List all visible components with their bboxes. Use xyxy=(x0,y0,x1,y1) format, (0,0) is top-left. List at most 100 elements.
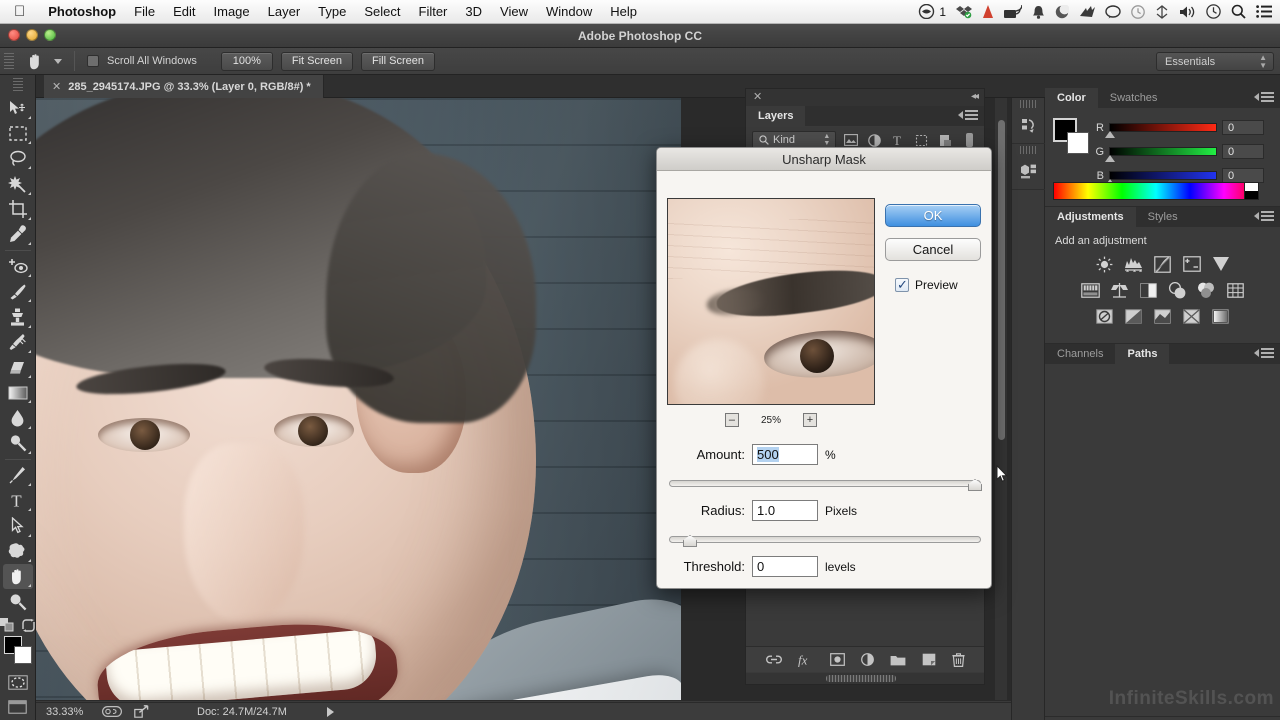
zoom-level[interactable]: 33.33% xyxy=(46,706,90,718)
threshold-input[interactable]: 0 xyxy=(752,556,818,577)
channel-slider-r[interactable] xyxy=(1105,123,1217,138)
tab-paths[interactable]: Paths xyxy=(1115,344,1170,364)
marquee-tool[interactable] xyxy=(3,121,33,146)
tools-panel-grip[interactable] xyxy=(12,78,23,92)
amount-slider-track[interactable] xyxy=(669,479,982,491)
history-icon[interactable] xyxy=(1012,108,1046,144)
tab-color[interactable]: Color xyxy=(1045,88,1098,108)
history-brush-tool[interactable] xyxy=(3,330,33,355)
menu-item-3d[interactable]: 3D xyxy=(456,4,491,19)
dodge-tool[interactable] xyxy=(3,431,33,456)
properties-icon[interactable] xyxy=(1012,154,1046,190)
menu-item-help[interactable]: Help xyxy=(601,4,646,19)
document-info-icon[interactable] xyxy=(102,706,122,717)
brightness-contrast-icon[interactable] xyxy=(1095,255,1115,273)
panel-menu-icon[interactable] xyxy=(958,110,978,120)
close-icon[interactable]: ✕ xyxy=(753,90,762,103)
ok-button[interactable]: OK xyxy=(885,204,981,227)
bell-icon[interactable] xyxy=(1032,5,1045,19)
share-icon[interactable] xyxy=(134,705,149,718)
preview-zoom-in-button[interactable]: + xyxy=(803,413,817,427)
scrollbar-thumb[interactable] xyxy=(826,675,896,682)
clock-icon[interactable] xyxy=(1131,4,1145,19)
menu-item-image[interactable]: Image xyxy=(205,4,259,19)
black-white-icon[interactable] xyxy=(1138,281,1158,299)
menu-item-window[interactable]: Window xyxy=(537,4,601,19)
tool-preset-chevron-down-icon[interactable] xyxy=(54,58,62,64)
moon-icon[interactable] xyxy=(1055,4,1069,19)
layer-style-fx-icon[interactable]: fx xyxy=(798,653,814,667)
creative-cloud-icon[interactable] xyxy=(918,4,935,19)
dock-grip[interactable] xyxy=(1020,146,1036,154)
zoom-100-button[interactable]: 100% xyxy=(220,51,273,71)
menu-item-file[interactable]: File xyxy=(125,4,164,19)
image-canvas[interactable] xyxy=(36,98,681,700)
filter-preview[interactable] xyxy=(667,198,875,405)
ethernet-icon[interactable] xyxy=(1155,4,1169,19)
zoom-window-button[interactable] xyxy=(44,29,56,41)
fit-screen-button[interactable]: Fit Screen xyxy=(280,51,353,71)
channel-slider-b[interactable] xyxy=(1105,171,1217,186)
crop-tool[interactable] xyxy=(3,197,33,222)
panel-menu-icon[interactable] xyxy=(1254,348,1274,358)
collapse-to-icons-icon[interactable]: ◂◂ xyxy=(971,91,979,102)
amount-slider-knob[interactable] xyxy=(968,479,982,491)
quick-mask-icon[interactable] xyxy=(3,669,33,694)
volume-icon[interactable] xyxy=(1179,5,1196,19)
new-group-icon[interactable] xyxy=(890,654,906,666)
time-machine-icon[interactable] xyxy=(1206,4,1221,19)
options-bar-grip[interactable] xyxy=(4,52,14,70)
preview-checkbox-row[interactable]: Preview xyxy=(895,277,958,293)
airplay-icon[interactable] xyxy=(1004,4,1022,19)
spot-healing-brush-tool[interactable] xyxy=(3,254,33,279)
background-color-swatch[interactable] xyxy=(13,646,32,665)
fill-screen-button[interactable]: Fill Screen xyxy=(361,51,435,71)
radius-slider-knob[interactable] xyxy=(683,535,697,547)
menu-item-edit[interactable]: Edit xyxy=(164,4,204,19)
chat-icon[interactable] xyxy=(1105,4,1121,19)
hue-saturation-icon[interactable] xyxy=(1080,281,1100,299)
posterize-icon[interactable] xyxy=(1124,307,1144,325)
channel-value-r[interactable]: 0 xyxy=(1222,120,1264,135)
gradient-map-icon[interactable] xyxy=(1182,307,1202,325)
panel-menu-icon[interactable] xyxy=(1254,92,1274,102)
screen-mode-icon[interactable] xyxy=(3,695,33,720)
notification-center-icon[interactable] xyxy=(1256,5,1272,18)
add-layer-mask-icon[interactable] xyxy=(829,653,845,666)
color-panel-swatches[interactable] xyxy=(1053,118,1089,154)
menu-item-select[interactable]: Select xyxy=(355,4,409,19)
move-tool[interactable] xyxy=(3,96,33,121)
menu-item-layer[interactable]: Layer xyxy=(259,4,310,19)
amount-input[interactable]: 500 xyxy=(752,444,818,465)
tab-layers[interactable]: Layers xyxy=(746,106,806,126)
workspace-selector[interactable]: Essentials ▲ ▼ xyxy=(1156,52,1274,71)
gradient-tool[interactable] xyxy=(3,380,33,405)
preview-zoom-out-button[interactable]: – xyxy=(724,413,739,427)
tab-adjustments[interactable]: Adjustments xyxy=(1045,207,1136,227)
scroll-all-windows-checkbox[interactable] xyxy=(87,55,99,67)
dock-grip[interactable] xyxy=(1020,100,1036,108)
custom-shape-tool[interactable] xyxy=(3,539,33,564)
preview-checkbox[interactable] xyxy=(895,277,909,293)
threshold-icon[interactable] xyxy=(1153,307,1173,325)
curves-icon[interactable] xyxy=(1153,255,1173,273)
close-icon[interactable]: ✕ xyxy=(52,80,61,93)
path-selection-tool[interactable] xyxy=(3,513,33,538)
quick-selection-tool[interactable] xyxy=(3,171,33,196)
close-window-button[interactable] xyxy=(8,29,20,41)
link-layers-icon[interactable] xyxy=(765,654,782,665)
channel-mixer-icon[interactable] xyxy=(1196,281,1216,299)
swap-colors-icon[interactable] xyxy=(22,618,35,632)
panel-menu-icon[interactable] xyxy=(1254,211,1274,221)
lasso-tool[interactable] xyxy=(3,146,33,171)
minimize-window-button[interactable] xyxy=(26,29,38,41)
cone-icon[interactable] xyxy=(982,4,994,19)
scrollbar-thumb[interactable] xyxy=(998,120,1005,440)
eraser-tool[interactable] xyxy=(3,355,33,380)
delete-layer-icon[interactable] xyxy=(951,652,965,667)
new-adjustment-layer-icon[interactable] xyxy=(860,653,874,666)
tab-channels[interactable]: Channels xyxy=(1045,344,1116,364)
invert-icon[interactable] xyxy=(1095,307,1115,325)
blur-tool[interactable] xyxy=(3,405,33,430)
background-color-swatch[interactable] xyxy=(1067,132,1089,154)
